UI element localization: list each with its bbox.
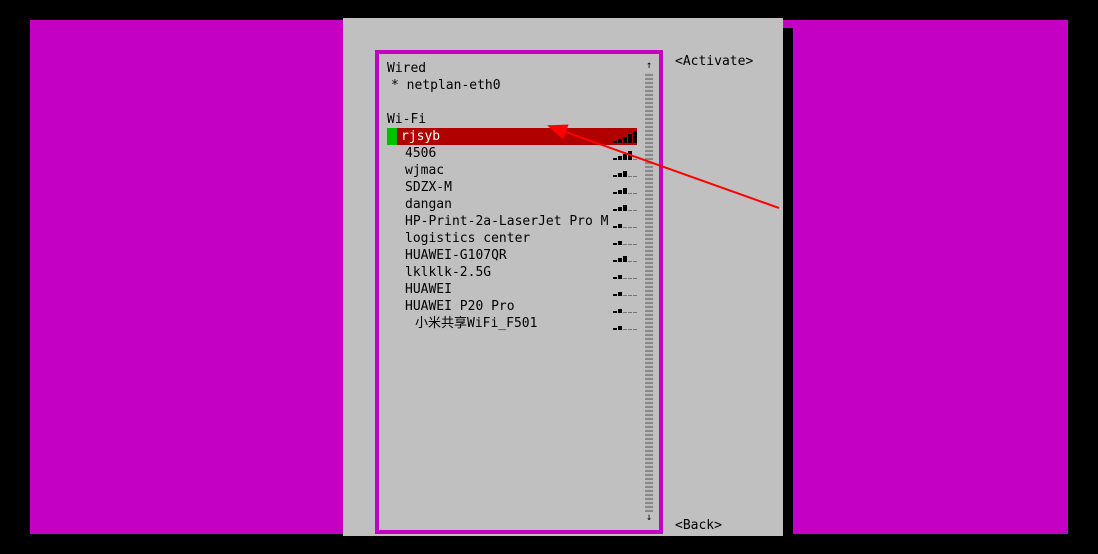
wifi-ssid-label: dangan [387,196,609,213]
network-list: Wired* netplan-eth0 Wi-Firjsyb4506wjmacS… [387,60,637,524]
wifi-network-item[interactable]: 小米共享WiFi_F501 [387,315,637,332]
wifi-ssid-label: 4506 [387,145,609,162]
wifi-network-item[interactable]: HUAWEI-G107QR [387,247,637,264]
wifi-network-item[interactable]: HUAWEI [387,281,637,298]
signal-strength-icon [613,196,637,213]
activate-button[interactable]: <Activate> [675,54,753,69]
wifi-network-item[interactable]: wjmac [387,162,637,179]
scroll-track-fill[interactable] [645,72,653,512]
signal-strength-icon [613,179,637,196]
signal-strength-icon [613,145,637,162]
wifi-ssid-label: lklklk-2.5G [387,264,609,281]
scrollbar[interactable]: ↑ ↓ [645,60,653,524]
network-list-frame: ↑ ↓ Wired* netplan-eth0 Wi-Firjsyb4506wj… [375,50,663,534]
wifi-network-item[interactable]: HP-Print-2a-LaserJet Pro MFP [387,213,637,230]
wifi-network-item[interactable]: logistics center [387,230,637,247]
section-header-wifi: Wi-Fi [387,111,637,128]
signal-strength-icon [613,281,637,298]
wifi-ssid-label: logistics center [387,230,609,247]
scroll-down-arrow[interactable]: ↓ [645,512,653,524]
wifi-ssid-label: HP-Print-2a-LaserJet Pro MFP [387,213,609,230]
wifi-ssid-label: SDZX-M [387,179,609,196]
signal-strength-icon [613,128,637,145]
signal-strength-icon [613,162,637,179]
wifi-ssid-label: rjsyb [397,128,609,145]
connection-label: * netplan-eth0 [387,77,637,94]
signal-strength-icon [613,213,637,230]
wifi-network-item[interactable]: rjsyb [387,128,637,145]
wifi-ssid-label: HUAWEI-G107QR [387,247,609,264]
wired-connection-item[interactable]: * netplan-eth0 [387,77,637,94]
wifi-network-item[interactable]: SDZX-M [387,179,637,196]
signal-strength-icon [613,315,637,332]
wifi-network-item[interactable]: HUAWEI P20 Pro [387,298,637,315]
wifi-ssid-label: 小米共享WiFi_F501 [387,315,609,332]
signal-strength-icon [613,298,637,315]
wifi-ssid-label: wjmac [387,162,609,179]
nmtui-window: ↑ ↓ Wired* netplan-eth0 Wi-Firjsyb4506wj… [343,18,783,536]
selection-marker [387,128,397,145]
scroll-up-arrow[interactable]: ↑ [645,60,653,72]
wifi-ssid-label: HUAWEI P20 Pro [387,298,609,315]
spacer [387,94,637,111]
back-button[interactable]: <Back> [675,518,722,533]
wifi-network-item[interactable]: dangan [387,196,637,213]
wifi-network-item[interactable]: 4506 [387,145,637,162]
wifi-network-item[interactable]: lklklk-2.5G [387,264,637,281]
wifi-ssid-label: HUAWEI [387,281,609,298]
signal-strength-icon [613,247,637,264]
section-header-wired: Wired [387,60,637,77]
signal-strength-icon [613,230,637,247]
signal-strength-icon [613,264,637,281]
